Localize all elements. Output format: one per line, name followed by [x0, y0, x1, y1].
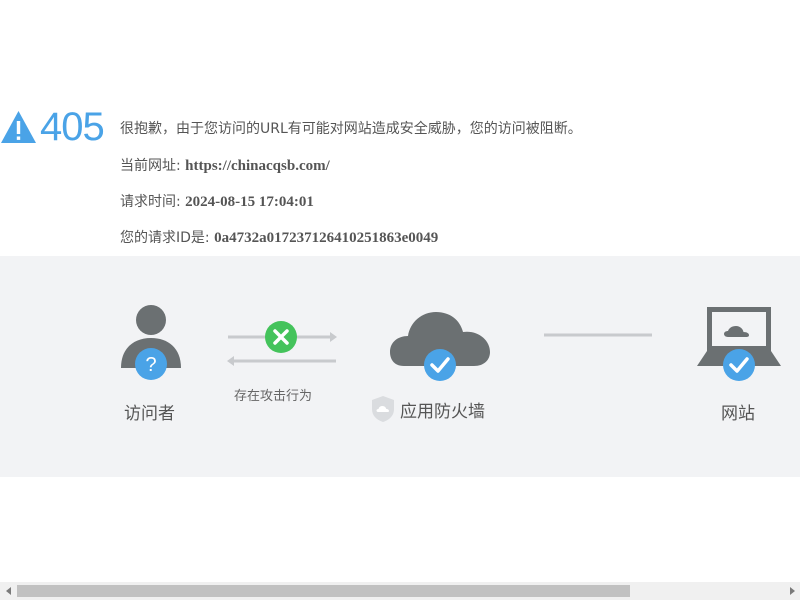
website-label: 网站	[721, 404, 755, 424]
horizontal-scrollbar[interactable]	[0, 582, 800, 600]
block-message: 很抱歉，由于您访问的URL有可能对网站造成安全威胁，您的访问被阻断。	[120, 121, 582, 137]
current-url-line: 当前网址: https://chinacqsb.com/	[120, 155, 330, 175]
website-laptop-icon	[697, 307, 781, 381]
blocked-page: 405 很抱歉，由于您访问的URL有可能对网站造成安全威胁，您的访问被阻断。 当…	[0, 0, 800, 600]
scrollbar-thumb[interactable]	[17, 585, 630, 597]
shield-icon	[372, 396, 394, 422]
scroll-left-arrow[interactable]	[0, 582, 17, 600]
arrow-right-icon	[789, 587, 795, 595]
request-time-line: 请求时间: 2024-08-15 17:04:01	[120, 191, 314, 211]
connection-line	[544, 333, 652, 337]
firewall-label: 应用防火墙	[400, 402, 485, 422]
error-code: 405	[40, 105, 105, 149]
warning-icon	[1, 111, 36, 143]
request-id-label: 您的请求ID是:	[120, 230, 215, 246]
visitor-label: 访问者	[124, 404, 175, 424]
current-url-label: 当前网址:	[120, 158, 186, 174]
attack-label: 存在攻击行为	[234, 389, 313, 404]
request-time-value: 2024-08-15 17:04:01	[185, 194, 314, 210]
arrow-left-icon	[5, 587, 11, 595]
current-url-value: https://chinacqsb.com/	[185, 158, 330, 174]
access-diagram: ? 访问者 存在攻击行为 应用防火墙 网站	[0, 256, 800, 477]
svg-text:?: ?	[145, 354, 156, 376]
visitor-icon: ?	[121, 305, 181, 380]
error-code-block: 405	[0, 104, 105, 150]
cloud-firewall-icon	[390, 312, 490, 381]
request-id-value: 0a4732a017237126410251863e0049	[214, 230, 439, 246]
scroll-right-arrow[interactable]	[783, 582, 800, 600]
request-time-label: 请求时间:	[120, 194, 186, 210]
request-id-line: 您的请求ID是: 0a4732a017237126410251863e0049	[120, 227, 438, 247]
blocked-x-icon	[265, 321, 297, 353]
